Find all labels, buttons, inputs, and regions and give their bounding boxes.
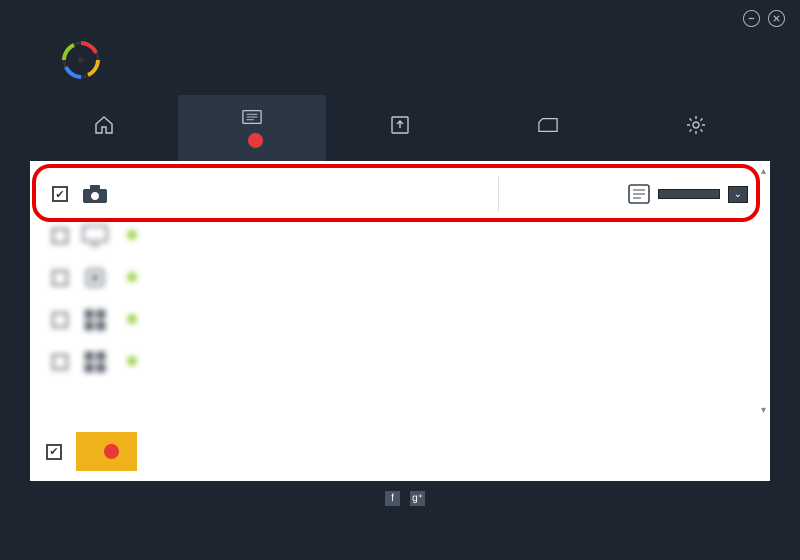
driver-list-panel: ⌄ [30, 161, 770, 481]
driver-title [122, 270, 748, 285]
tab-settings[interactable] [622, 95, 770, 161]
status-ok-icon [127, 230, 137, 240]
driver-row[interactable] [46, 257, 754, 299]
restore-icon [538, 116, 558, 134]
tab-driver-updates[interactable] [178, 95, 326, 161]
details-icon[interactable] [628, 184, 650, 204]
gear-icon [686, 116, 706, 134]
minimize-button[interactable] [743, 10, 760, 27]
download-count-badge [104, 444, 119, 459]
app-logo-icon [60, 39, 102, 81]
main-tabs [0, 95, 800, 161]
driver-title [122, 354, 734, 369]
googleplus-icon[interactable]: g⁺ [410, 491, 425, 506]
select-all-checkbox[interactable] [46, 444, 62, 460]
camera-icon [82, 183, 108, 205]
divider [498, 177, 499, 211]
scroll-up-icon[interactable]: ▴ [761, 166, 766, 177]
checkbox[interactable] [52, 186, 68, 202]
scrollbar[interactable]: ▴ ▾ [754, 161, 770, 421]
updates-badge [248, 133, 263, 148]
status-ok-icon [127, 356, 137, 366]
audio-icon [82, 267, 108, 289]
driver-row[interactable]: ⌄ [46, 173, 754, 215]
backup-icon [390, 116, 410, 134]
download-bar [30, 421, 770, 481]
driver-row[interactable] [46, 299, 754, 341]
update-button[interactable] [658, 189, 720, 199]
driver-row[interactable] [46, 341, 754, 383]
checkbox[interactable] [52, 270, 68, 286]
driver-title [122, 228, 748, 243]
driver-list: ⌄ [30, 161, 770, 421]
home-icon [94, 116, 114, 134]
updates-icon [242, 108, 262, 126]
status-ok-icon [127, 314, 137, 324]
tab-backup[interactable] [326, 95, 474, 161]
download-install-button[interactable] [76, 432, 137, 471]
update-dropdown[interactable]: ⌄ [728, 186, 748, 203]
brand-header [0, 31, 800, 95]
monitor-icon [82, 225, 108, 247]
facebook-icon[interactable]: f [385, 491, 400, 506]
windows-icon [82, 351, 108, 373]
checkbox[interactable] [52, 228, 68, 244]
driver-title [122, 312, 734, 327]
checkbox[interactable] [52, 312, 68, 328]
tab-restore[interactable] [474, 95, 622, 161]
status-ok-icon [127, 272, 137, 282]
status-bar: f g⁺ [0, 481, 800, 516]
driver-row[interactable] [46, 215, 754, 257]
close-button[interactable] [768, 10, 785, 27]
tab-home[interactable] [30, 95, 178, 161]
checkbox[interactable] [52, 354, 68, 370]
windows-icon [82, 309, 108, 331]
scroll-down-icon[interactable]: ▾ [761, 405, 766, 416]
